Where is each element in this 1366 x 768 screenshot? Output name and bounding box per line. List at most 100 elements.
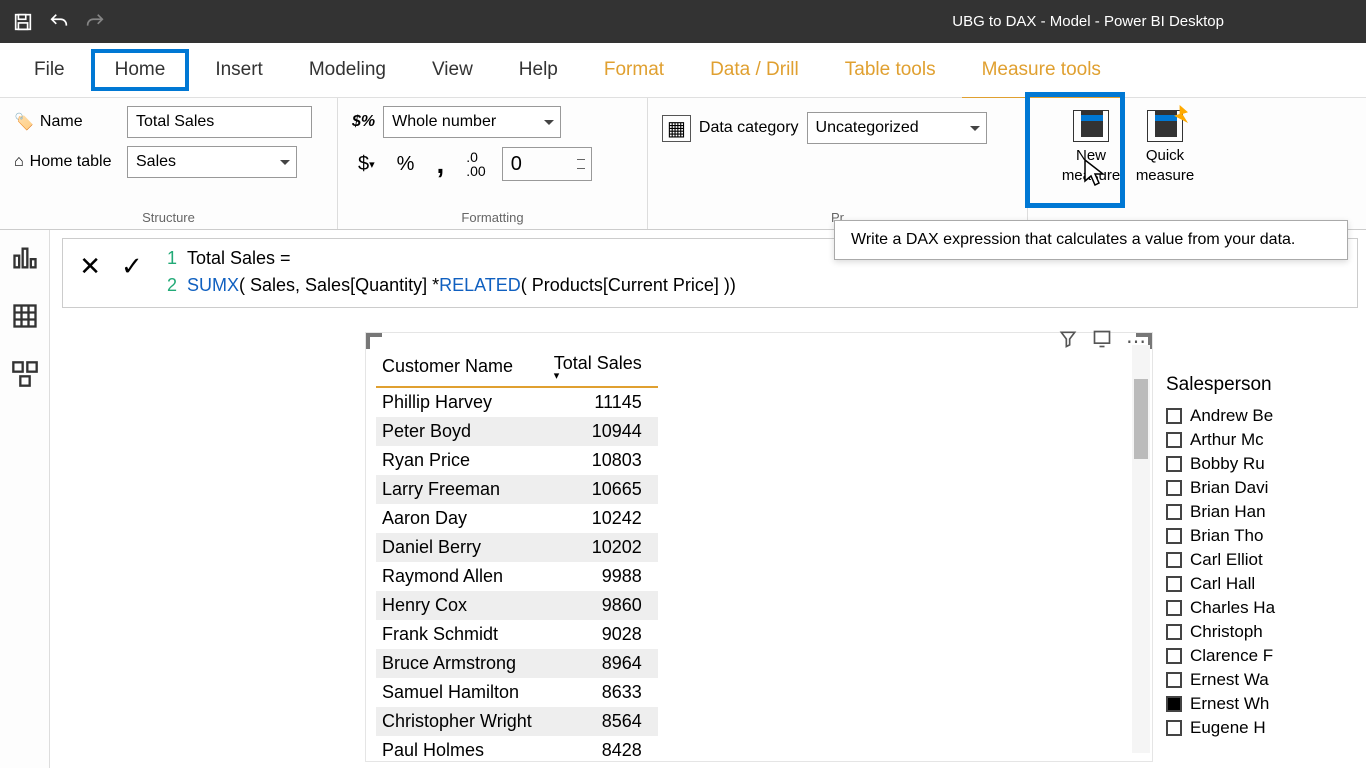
data-view-icon[interactable]	[11, 302, 39, 328]
table-row[interactable]: Samuel Hamilton8633	[376, 678, 658, 707]
tooltip-new-measure: Write a DAX expression that calculates a…	[834, 220, 1348, 260]
checkbox-icon[interactable]	[1166, 480, 1182, 496]
decimals-icon[interactable]: .0.00	[460, 148, 491, 180]
decimal-places-input[interactable]: 0	[502, 147, 592, 181]
table-row[interactable]: Daniel Berry10202	[376, 533, 658, 562]
checkbox-icon[interactable]	[1166, 552, 1182, 568]
tab-help[interactable]: Help	[499, 53, 578, 87]
table-row[interactable]: Paul Holmes8428	[376, 736, 658, 765]
report-canvas[interactable]: ⋯ Customer Name Total Sales Phillip Harv…	[62, 332, 1156, 768]
tab-measure-tools[interactable]: Measure tools	[962, 53, 1121, 87]
table-row[interactable]: Christopher Wright8564	[376, 707, 658, 736]
table-row[interactable]: Larry Freeman10665	[376, 475, 658, 504]
slicer-item[interactable]: Christoph	[1166, 620, 1366, 644]
checkbox-icon[interactable]	[1166, 408, 1182, 424]
group-properties: ▦ Data category Uncategorized Pr	[648, 98, 1028, 229]
checkbox-icon[interactable]	[1166, 528, 1182, 544]
tag-icon: 🏷️	[14, 112, 34, 132]
home-table-label: Home table	[30, 153, 112, 171]
col-total-sales[interactable]: Total Sales	[548, 347, 658, 387]
measure-name-input[interactable]	[127, 106, 312, 138]
currency-button[interactable]: $ ▾	[352, 151, 381, 178]
checkbox-icon[interactable]	[1166, 648, 1182, 664]
group-label-formatting: Formatting	[352, 208, 633, 225]
checkbox-icon[interactable]	[1166, 720, 1182, 736]
undo-icon[interactable]	[48, 11, 70, 33]
checkbox-icon[interactable]	[1166, 432, 1182, 448]
category-icon: ▦	[662, 115, 691, 142]
tab-format[interactable]: Format	[584, 53, 684, 87]
ribbon-tabs: File Home Insert Modeling View Help Form…	[0, 43, 1366, 98]
tab-modeling[interactable]: Modeling	[289, 53, 406, 87]
tab-home[interactable]: Home	[91, 49, 190, 91]
home-table-select[interactable]: Sales	[127, 146, 297, 178]
table-row[interactable]: Ryan Price10803	[376, 446, 658, 475]
slicer-item[interactable]: Brian Davi	[1166, 476, 1366, 500]
slicer-item[interactable]: Charles Ha	[1166, 596, 1366, 620]
tab-view[interactable]: View	[412, 53, 493, 87]
scrollbar[interactable]	[1132, 345, 1150, 753]
checkbox-icon[interactable]	[1166, 600, 1182, 616]
checkbox-icon[interactable]	[1166, 504, 1182, 520]
window-title: UBG to DAX - Model - Power BI Desktop	[952, 13, 1224, 30]
slicer-item[interactable]: Clarence F	[1166, 644, 1366, 668]
percent-button[interactable]: %	[391, 151, 421, 178]
tab-file[interactable]: File	[14, 53, 85, 87]
new-measure-button[interactable]: New measure	[1056, 106, 1126, 225]
name-label: Name	[40, 113, 83, 131]
focus-mode-icon[interactable]	[1092, 329, 1112, 355]
home-icon: ⌂	[14, 153, 24, 171]
slicer-item[interactable]: Eugene H	[1166, 716, 1366, 740]
slicer-item[interactable]: Ernest Wa	[1166, 668, 1366, 692]
data-category-label: Data category	[699, 119, 799, 137]
table-row[interactable]: Raymond Allen9988	[376, 562, 658, 591]
title-bar: UBG to DAX - Model - Power BI Desktop	[0, 0, 1366, 43]
filter-icon[interactable]	[1058, 329, 1078, 355]
tab-data-drill[interactable]: Data / Drill	[690, 53, 819, 87]
checkbox-icon[interactable]	[1166, 696, 1182, 712]
model-view-icon[interactable]	[11, 360, 39, 386]
table-row[interactable]: Frank Schmidt9028	[376, 620, 658, 649]
slicer-item[interactable]: Brian Tho	[1166, 524, 1366, 548]
table-visual[interactable]: ⋯ Customer Name Total Sales Phillip Harv…	[365, 332, 1153, 762]
redo-icon[interactable]	[84, 11, 106, 33]
format-icon: $%	[352, 113, 375, 131]
slicer-item[interactable]: Arthur Mc	[1166, 428, 1366, 452]
data-format-select[interactable]: Whole number	[383, 106, 561, 138]
checkbox-icon[interactable]	[1166, 576, 1182, 592]
calculator-lightning-icon	[1147, 110, 1183, 142]
col-customer-name[interactable]: Customer Name	[376, 347, 548, 387]
checkbox-icon[interactable]	[1166, 624, 1182, 640]
save-icon[interactable]	[12, 11, 34, 33]
tab-insert[interactable]: Insert	[195, 53, 283, 87]
group-structure: 🏷️Name ⌂Home table Sales Structure	[0, 98, 338, 229]
table-row[interactable]: Phillip Harvey11145	[376, 387, 658, 417]
quick-measure-button[interactable]: Quick measure	[1130, 106, 1200, 225]
slicer-salesperson[interactable]: Salesperson Andrew BeArthur McBobby RuBr…	[1166, 370, 1366, 768]
checkbox-icon[interactable]	[1166, 456, 1182, 472]
data-category-select[interactable]: Uncategorized	[807, 112, 987, 144]
cancel-formula-icon[interactable]: ✕	[79, 251, 101, 282]
group-formatting: $% Whole number $ ▾ % , .0.00 0 Formatti…	[338, 98, 648, 229]
slicer-item[interactable]: Carl Elliot	[1166, 548, 1366, 572]
slicer-item[interactable]: Andrew Be	[1166, 404, 1366, 428]
table-row[interactable]: Aaron Day10242	[376, 504, 658, 533]
scroll-thumb[interactable]	[1134, 379, 1148, 459]
table-row[interactable]: Bruce Armstrong8964	[376, 649, 658, 678]
thousands-button[interactable]: ,	[430, 146, 450, 182]
slicer-item[interactable]: Bobby Ru	[1166, 452, 1366, 476]
tab-table-tools[interactable]: Table tools	[825, 53, 956, 87]
slicer-item[interactable]: Brian Han	[1166, 500, 1366, 524]
data-table: Customer Name Total Sales Phillip Harvey…	[376, 347, 658, 765]
commit-formula-icon[interactable]: ✓	[121, 251, 143, 282]
resize-handle[interactable]	[366, 333, 382, 349]
slicer-item[interactable]: Carl Hall	[1166, 572, 1366, 596]
table-row[interactable]: Peter Boyd10944	[376, 417, 658, 446]
report-view-icon[interactable]	[11, 244, 39, 270]
slicer-header: Salesperson	[1166, 370, 1366, 404]
group-calculations: New measure Quick measure	[1028, 98, 1228, 229]
checkbox-icon[interactable]	[1166, 672, 1182, 688]
table-row[interactable]: Henry Cox9860	[376, 591, 658, 620]
slicer-item[interactable]: Ernest Wh	[1166, 692, 1366, 716]
left-nav	[0, 230, 50, 768]
